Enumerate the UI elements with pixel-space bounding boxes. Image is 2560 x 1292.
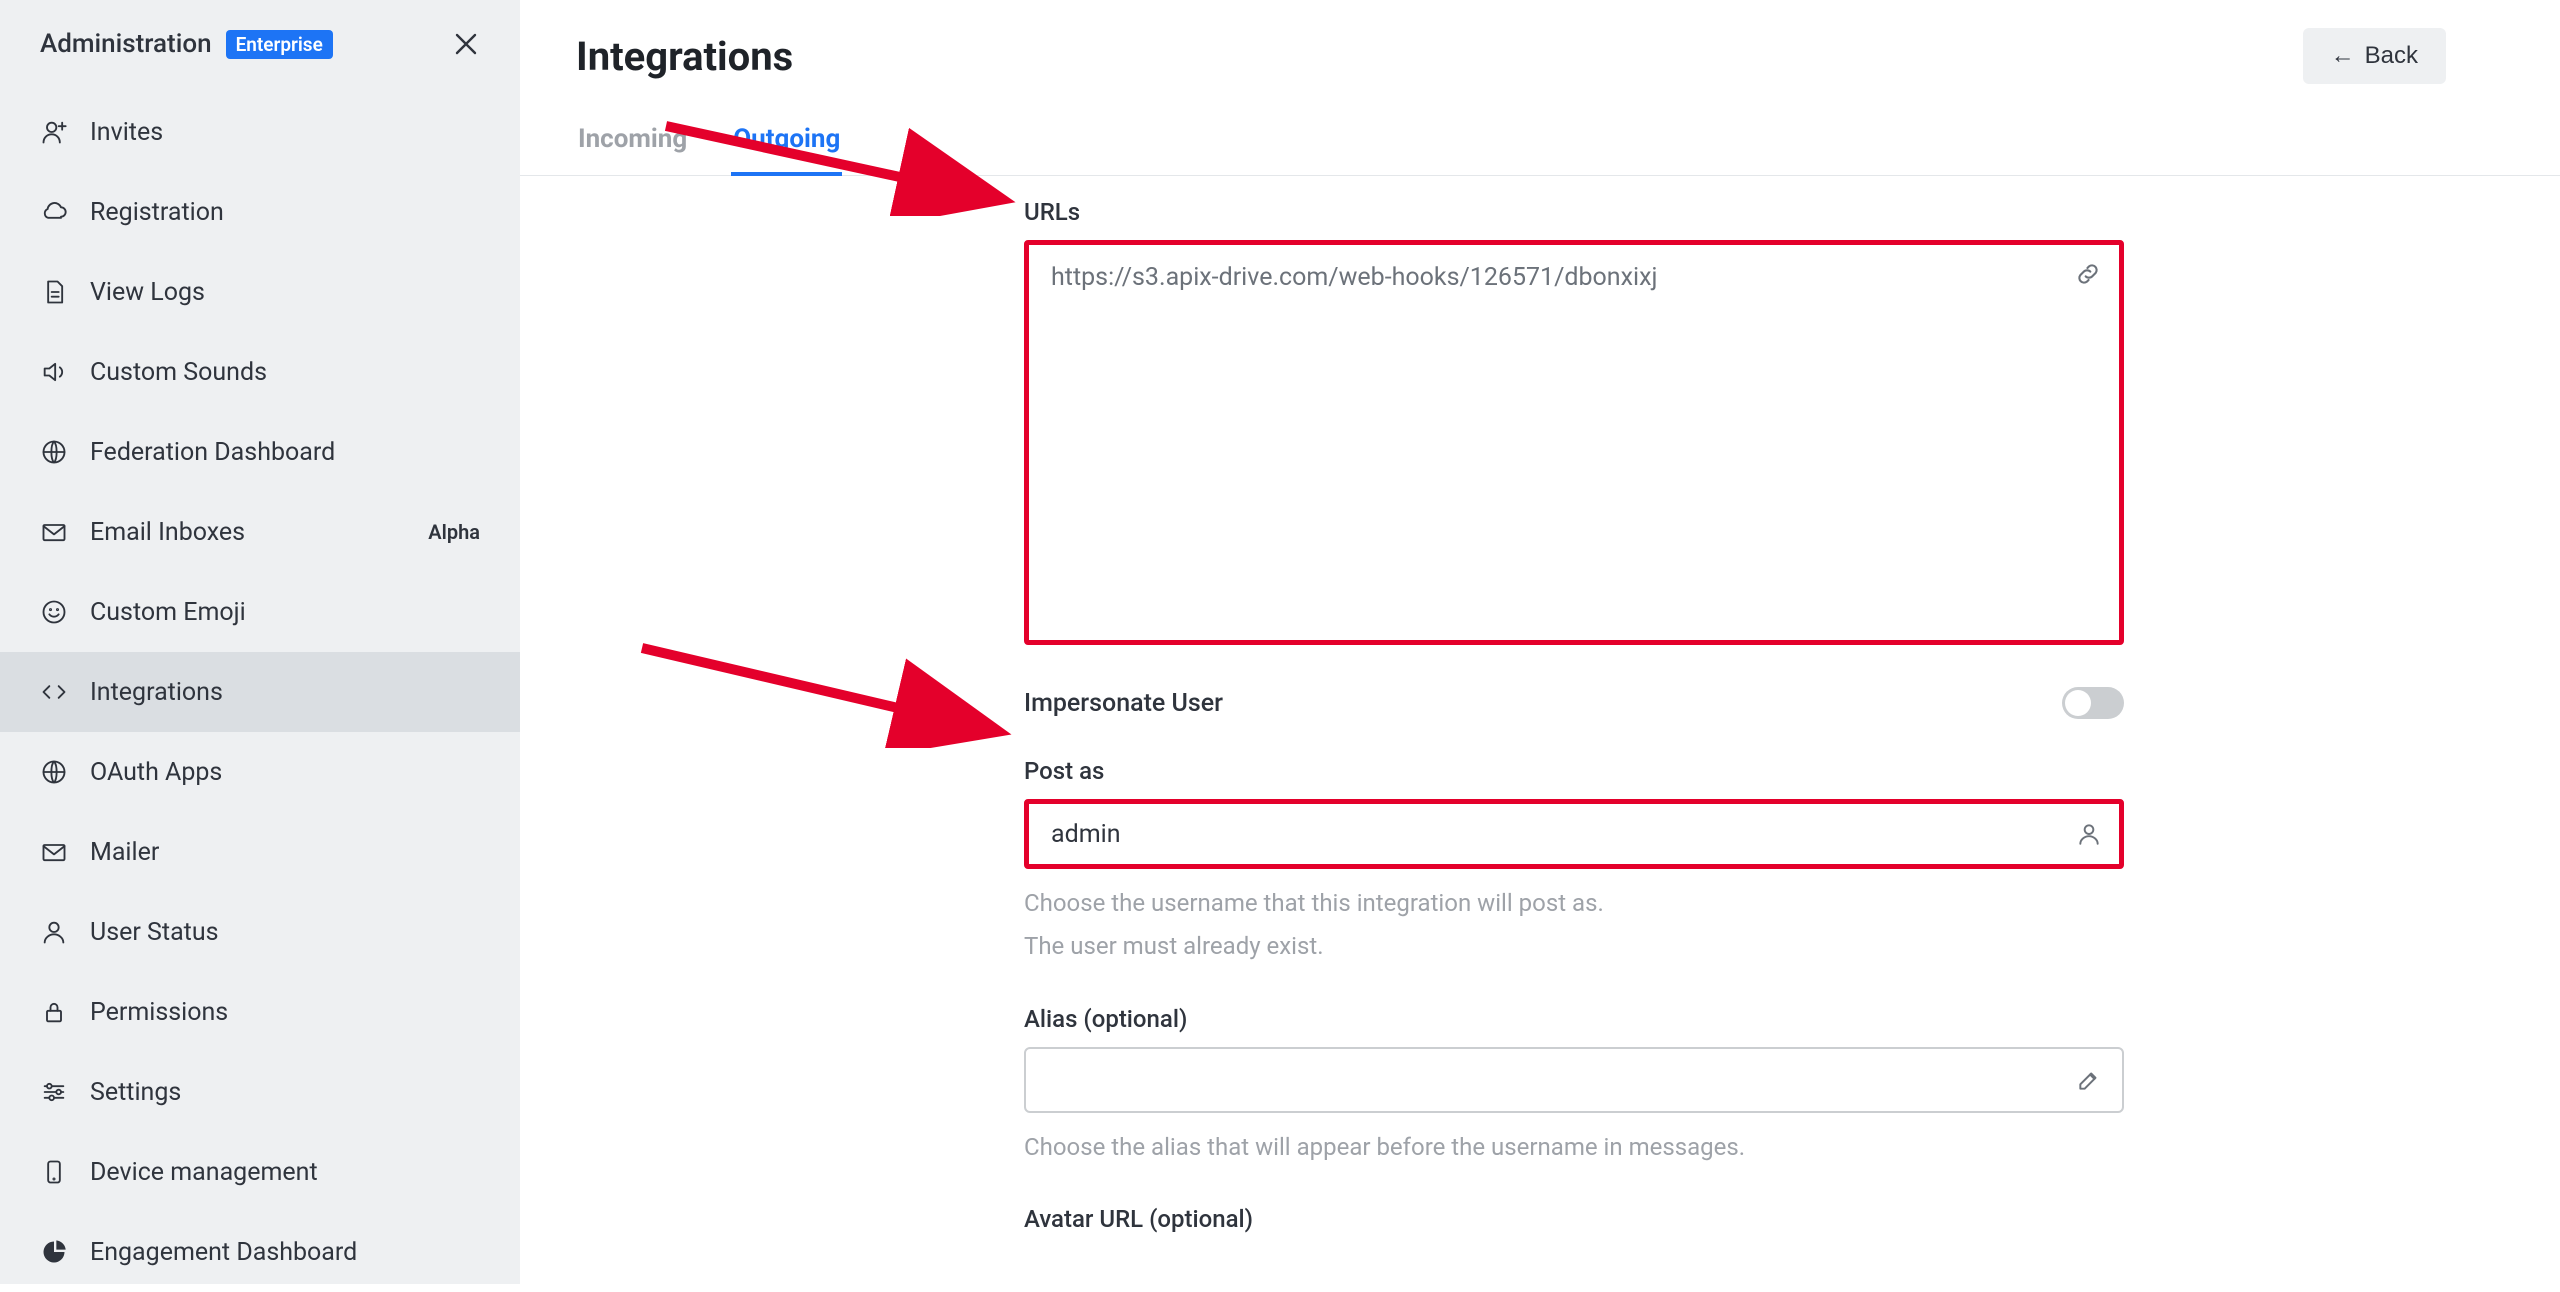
sidebar-item-engagement[interactable]: Engagement Dashboard [0,1212,520,1292]
close-icon[interactable] [448,26,484,62]
urls-input[interactable] [1024,240,2124,645]
sidebar-item-label: Custom Sounds [90,358,480,387]
lock-icon [40,998,68,1026]
sidebar-item-label: Registration [90,198,480,227]
sidebar-item-invites[interactable]: Invites [0,92,520,172]
sidebar-item-label: View Logs [90,278,480,307]
alias-label: Alias (optional) [1024,1005,2124,1033]
globe-icon [40,758,68,786]
postas-help2: The user must already exist. [1024,926,2124,967]
sidebar-title: Administration [40,29,212,59]
urls-wrapper [1024,240,2124,649]
sidebar-item-federation[interactable]: Federation Dashboard [0,412,520,492]
back-button[interactable]: ← Back [2303,28,2446,84]
postas-help1: Choose the username that this integratio… [1024,883,2124,924]
sidebar-item-userstatus[interactable]: User Status [0,892,520,972]
page-title: Integrations [576,33,793,80]
sidebar: Administration Enterprise Invites Regist… [0,0,520,1284]
postas-label: Post as [1024,757,2124,785]
edit-icon [2076,1067,2102,1093]
sidebar-item-label: User Status [90,918,480,947]
sidebar-item-label: Settings [90,1078,480,1107]
sidebar-item-integrations[interactable]: Integrations [0,652,520,732]
postas-wrapper [1024,799,2124,869]
sidebar-item-emailinboxes[interactable]: Email Inboxes Alpha [0,492,520,572]
sidebar-header: Administration Enterprise [0,26,520,92]
mobile-icon [40,1158,68,1186]
urls-label: URLs [1024,198,2124,226]
alpha-badge: Alpha [428,520,480,544]
sidebar-item-permissions[interactable]: Permissions [0,972,520,1052]
impersonate-toggle[interactable] [2062,687,2124,719]
main-header: Integrations ← Back [520,0,2560,110]
sidebar-item-label: Email Inboxes [90,518,406,547]
document-icon [40,278,68,306]
sidebar-item-settings[interactable]: Settings [0,1052,520,1132]
mail-icon [40,838,68,866]
form-group-alias: Alias (optional) Choose the alias that w… [1024,1005,2124,1168]
tab-outgoing[interactable]: Outgoing [731,110,842,176]
postas-input[interactable] [1024,799,2124,869]
sidebar-item-devicemanagement[interactable]: Device management [0,1132,520,1212]
alias-help: Choose the alias that will appear before… [1024,1127,2124,1168]
form-area: URLs Impersonate User Post as [520,176,2560,1284]
sidebar-item-mailer[interactable]: Mailer [0,812,520,892]
invites-icon [40,118,68,146]
user-icon [40,918,68,946]
impersonate-label: Impersonate User [1024,689,2062,718]
sidebar-item-customsounds[interactable]: Custom Sounds [0,332,520,412]
sidebar-item-oauthapps[interactable]: OAuth Apps [0,732,520,812]
emoji-icon [40,598,68,626]
sidebar-item-registration[interactable]: Registration [0,172,520,252]
sidebar-item-label: Mailer [90,838,480,867]
form-group-avatar: Avatar URL (optional) [1024,1205,2124,1233]
sliders-icon [40,1078,68,1106]
form-group-urls: URLs [1024,198,2124,649]
form-content: URLs Impersonate User Post as [1024,198,2124,1233]
back-label: Back [2365,42,2418,70]
user-icon [2076,821,2102,847]
sidebar-item-label: Device management [90,1158,480,1187]
link-icon [2074,260,2102,288]
sidebar-item-label: Permissions [90,998,480,1027]
globe-icon [40,438,68,466]
tab-incoming[interactable]: Incoming [576,110,689,176]
code-icon [40,678,68,706]
sidebar-item-label: Integrations [90,678,480,707]
sidebar-item-label: Custom Emoji [90,598,480,627]
chart-icon [40,1238,68,1266]
form-group-postas: Post as Choose the username that this in… [1024,757,2124,967]
sidebar-item-customemoji[interactable]: Custom Emoji [0,572,520,652]
cloud-icon [40,198,68,226]
main: Integrations ← Back Incoming Outgoing UR… [520,0,2560,1284]
avatar-label: Avatar URL (optional) [1024,1205,2124,1233]
sound-icon [40,358,68,386]
alias-wrapper [1024,1047,2124,1113]
sidebar-item-viewlogs[interactable]: View Logs [0,252,520,332]
sidebar-item-label: Engagement Dashboard [90,1238,480,1267]
tabs: Incoming Outgoing [520,110,2560,176]
alias-input[interactable] [1024,1047,2124,1113]
sidebar-item-label: Invites [90,118,480,147]
form-group-impersonate: Impersonate User [1024,687,2124,719]
sidebar-item-label: OAuth Apps [90,758,480,787]
enterprise-badge: Enterprise [226,30,333,59]
arrow-left-icon: ← [2331,42,2355,70]
mail-icon [40,518,68,546]
sidebar-item-label: Federation Dashboard [90,438,480,467]
